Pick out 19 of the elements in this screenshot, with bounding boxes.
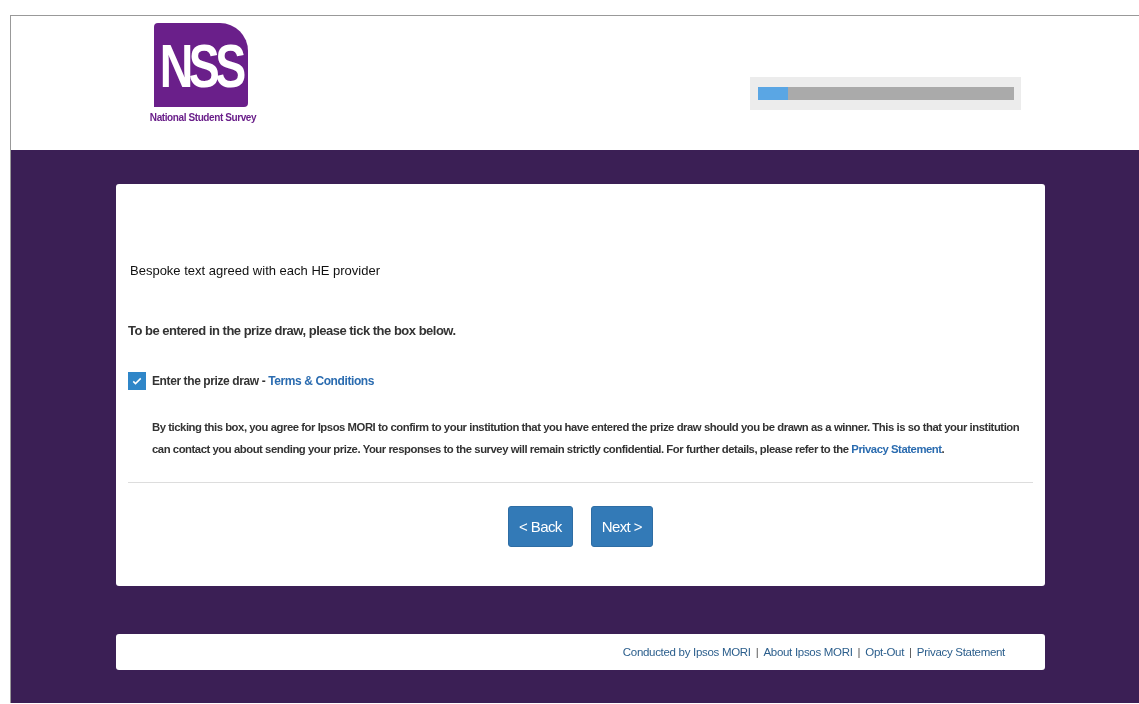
question-text: To be entered in the prize draw, please tick the box below. xyxy=(128,323,457,338)
footer-link[interactable]: Conducted by Ipsos MORI xyxy=(622,646,751,658)
next-button[interactable]: Next > xyxy=(590,506,653,547)
back-button[interactable]: < Back xyxy=(508,506,573,547)
logo-caption: National Student Survey xyxy=(149,112,257,123)
footer-link[interactable]: Opt-Out xyxy=(865,646,905,658)
check-icon xyxy=(131,375,143,387)
footer-link[interactable]: About Ipsos MORI xyxy=(763,646,853,658)
intro-text: Bespoke text agreed with each HE provider xyxy=(130,263,382,278)
footer-link[interactable]: Privacy Statement xyxy=(916,646,1005,658)
logo-mark: NSS xyxy=(154,23,248,107)
separator: | xyxy=(909,646,912,658)
checkbox-label: Enter the prize draw - xyxy=(152,374,267,388)
checkbox[interactable] xyxy=(128,372,146,390)
consent-text: By ticking this box, you agree for Ipsos MORI to confirm to your institution that you have entered the prize draw should you be drawn as a winner. This is so that your institution can contact you about sending your prize. Your responses to the survey will remain strictly confidential. For further details, please refer to the Privacy Statement. xyxy=(152,420,1021,457)
separator: | xyxy=(857,646,861,658)
terms-link[interactable]: Terms & Conditions xyxy=(268,374,375,388)
privacy-link[interactable]: Privacy Statement xyxy=(851,443,942,455)
separator: | xyxy=(755,646,759,658)
